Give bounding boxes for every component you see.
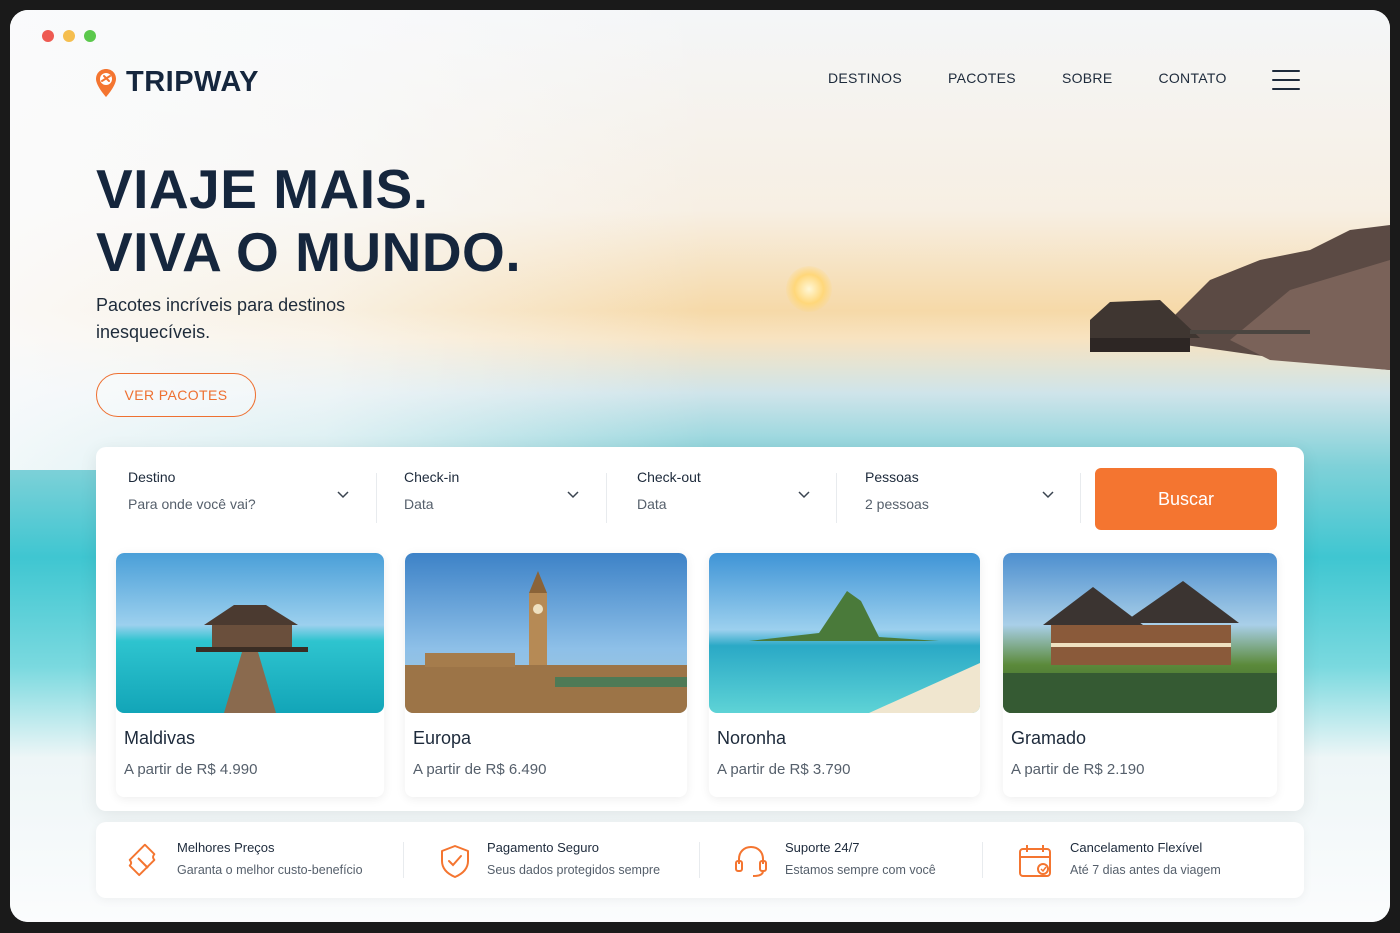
destination-image (1003, 553, 1277, 713)
destino-select[interactable]: Destino Para onde você vai? (128, 469, 350, 525)
buscar-button[interactable]: Buscar (1095, 468, 1277, 530)
chevron-down-icon (337, 491, 349, 499)
feature-subtitle: Estamos sempre com você (785, 863, 936, 877)
headline-line-2: VIVA O MUNDO. (96, 221, 522, 283)
hero-headline: VIAJE MAIS. VIVA O MUNDO. (96, 158, 521, 284)
destination-image (116, 553, 384, 713)
search-bar: Destino Para onde você vai? Check-in Dat… (96, 447, 1304, 547)
feature-subtitle: Garanta o melhor custo-benefício (177, 863, 363, 877)
destination-image (709, 553, 980, 713)
destination-card-maldivas[interactable]: Maldivas A partir de R$ 4.990 (116, 553, 384, 797)
feature-melhores-precos: Melhores Preços Garanta o melhor custo-b… (124, 822, 394, 898)
destination-name: Gramado (1011, 728, 1087, 748)
close-window-button[interactable] (42, 30, 54, 42)
destination-price: A partir de R$ 3.790 (717, 761, 851, 778)
nav-item-pacotes[interactable]: PACOTES (948, 70, 1016, 86)
features-bar: Melhores Preços Garanta o melhor custo-b… (96, 822, 1304, 898)
feature-pagamento-seguro: Pagamento Seguro Seus dados protegidos s… (436, 822, 696, 898)
main-nav: DESTINOS PACOTES SOBRE CONTATO (828, 70, 1227, 86)
headline-line-1: VIAJE MAIS. (96, 158, 429, 220)
field-label: Destino (128, 469, 176, 485)
chevron-down-icon (567, 491, 579, 499)
feature-cancelamento: Cancelamento Flexível Até 7 dias antes d… (1016, 822, 1286, 898)
destination-card-europa[interactable]: Europa A partir de R$ 6.490 (405, 553, 687, 797)
maximize-window-button[interactable] (84, 30, 96, 42)
destination-price: A partir de R$ 4.990 (124, 761, 258, 778)
shield-check-icon (441, 845, 469, 878)
destination-name: Europa (413, 728, 472, 748)
feature-suporte: Suporte 24/7 Estamos sempre com você (732, 822, 982, 898)
feature-subtitle: Até 7 dias antes da viagem (1070, 863, 1221, 877)
feature-title: Cancelamento Flexível (1070, 840, 1203, 855)
map-pin-plane-icon (96, 68, 116, 97)
destination-card-gramado[interactable]: Gramado A partir de R$ 2.190 (1003, 553, 1277, 797)
chevron-down-icon (1042, 491, 1054, 499)
field-value: Data (404, 496, 434, 512)
cliff-with-bungalow (1090, 225, 1390, 370)
browser-window: TRIPWAY DESTINOS PACOTES SOBRE CONTATO V… (10, 10, 1390, 922)
calendar-icon (1019, 845, 1051, 877)
ver-pacotes-button[interactable]: VER PACOTES (96, 373, 256, 417)
logo[interactable]: TRIPWAY (94, 66, 259, 99)
nav-item-sobre[interactable]: SOBRE (1062, 70, 1113, 86)
minimize-window-button[interactable] (63, 30, 75, 42)
field-label: Check-in (404, 469, 460, 485)
chevron-down-icon (798, 491, 810, 499)
field-value: 2 pessoas (865, 496, 929, 512)
headset-icon (735, 845, 767, 877)
destination-name: Maldivas (124, 728, 196, 748)
pessoas-select[interactable]: Pessoas 2 pessoas (865, 469, 1055, 525)
checkin-select[interactable]: Check-in Data (404, 469, 580, 525)
nav-item-contato[interactable]: CONTATO (1158, 70, 1226, 86)
feature-title: Pagamento Seguro (487, 840, 600, 855)
field-label: Pessoas (865, 469, 919, 485)
field-value: Data (637, 496, 667, 512)
checkout-select[interactable]: Check-out Data (637, 469, 811, 525)
destination-card-noronha[interactable]: Noronha A partir de R$ 3.790 (709, 553, 980, 797)
feature-subtitle: Seus dados protegidos sempre (487, 863, 661, 877)
hamburger-icon[interactable] (1272, 70, 1300, 90)
ticket-icon (128, 843, 156, 877)
window-controls (42, 30, 96, 42)
destination-name: Noronha (717, 728, 787, 748)
feature-title: Melhores Preços (177, 840, 275, 855)
destination-price: A partir de R$ 6.490 (413, 761, 547, 778)
destination-image (405, 553, 687, 713)
brand-name: TRIPWAY (126, 66, 259, 98)
feature-title: Suporte 24/7 (785, 840, 860, 855)
sun (786, 266, 832, 312)
field-label: Check-out (637, 469, 701, 485)
field-value: Para onde você vai? (128, 496, 256, 512)
hero-subtitle: Pacotes incríveis para destinos inesquec… (96, 295, 346, 342)
nav-item-destinos[interactable]: DESTINOS (828, 70, 902, 86)
search-panel: Destino Para onde você vai? Check-in Dat… (96, 447, 1304, 811)
destination-price: A partir de R$ 2.190 (1011, 761, 1145, 778)
